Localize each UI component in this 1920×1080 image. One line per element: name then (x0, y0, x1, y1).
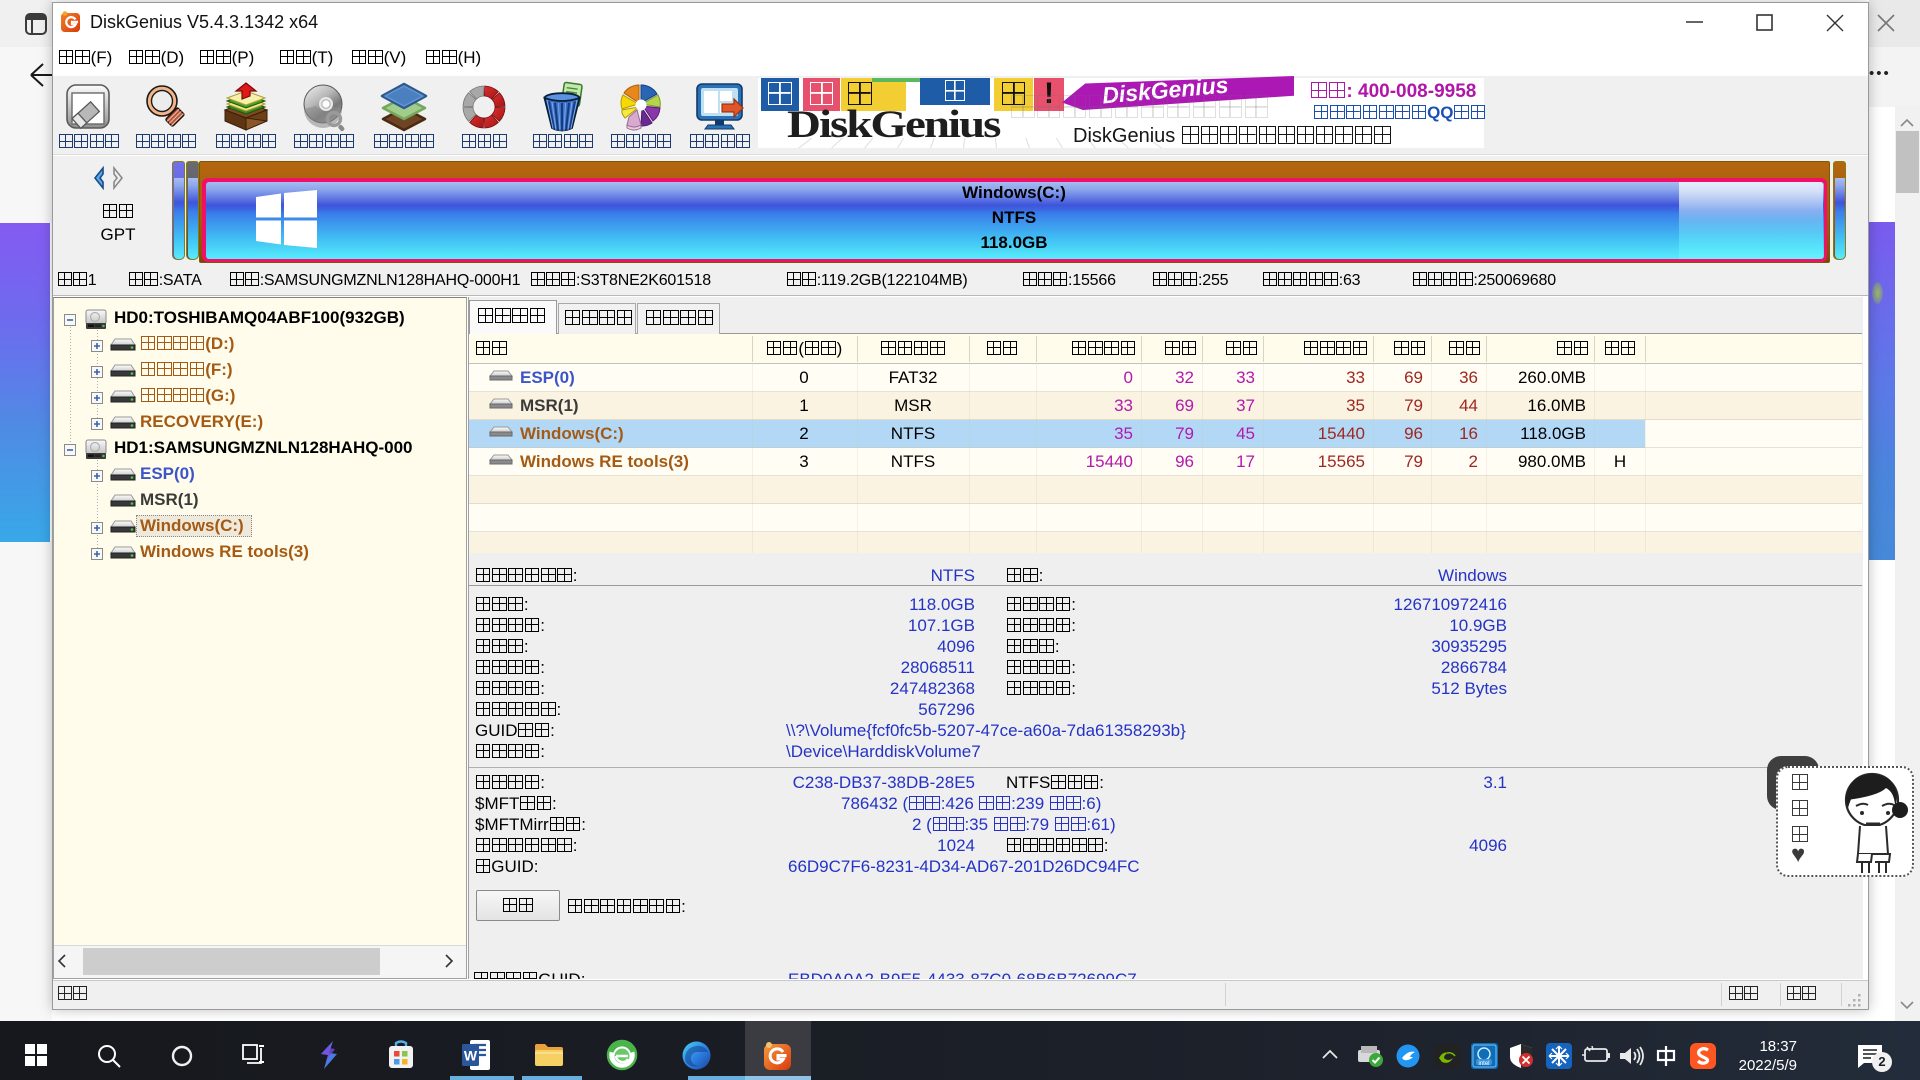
svg-text:W: W (464, 1048, 478, 1064)
svg-text:intel: intel (1478, 1061, 1489, 1067)
